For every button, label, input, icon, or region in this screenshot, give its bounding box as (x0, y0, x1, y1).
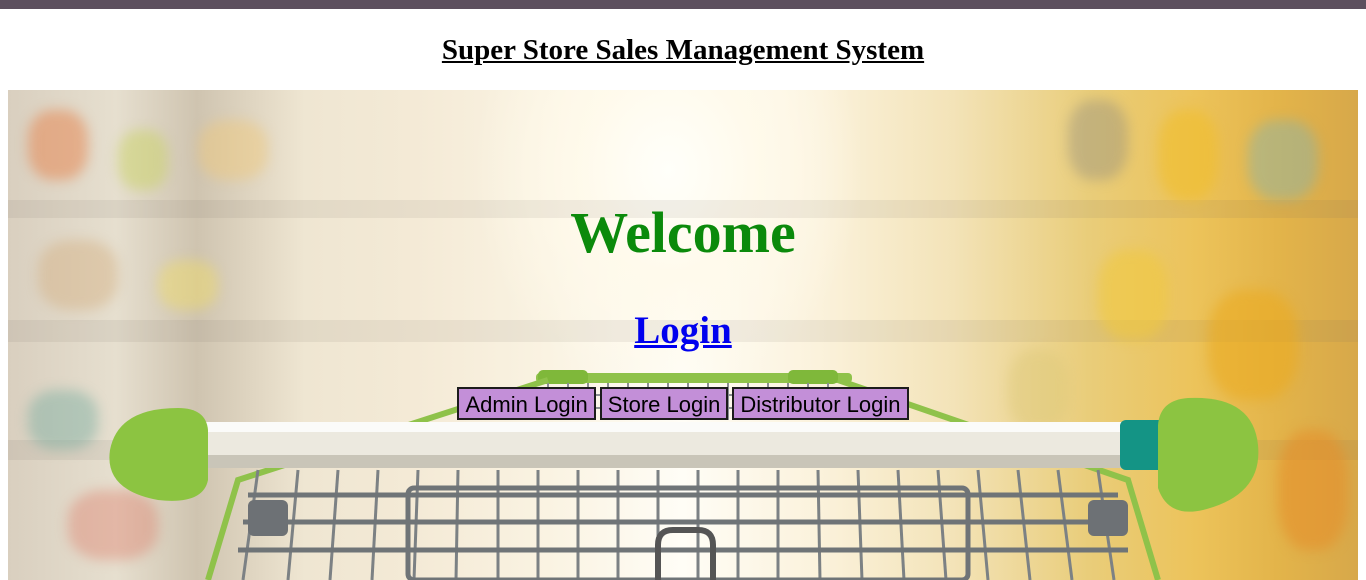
admin-login-button[interactable]: Admin Login (457, 387, 596, 420)
store-login-button[interactable]: Store Login (599, 387, 729, 420)
shopping-cart-image (109, 370, 1259, 580)
page-title: Super Store Sales Management System (441, 34, 925, 66)
login-button-group: Admin Login Store Login Distributor Logi… (8, 387, 1358, 420)
distributor-login-button[interactable]: Distributor Login (732, 387, 909, 420)
top-bar (0, 0, 1366, 9)
hero-banner: Welcome Login Admin Login Store Login Di… (8, 90, 1358, 580)
